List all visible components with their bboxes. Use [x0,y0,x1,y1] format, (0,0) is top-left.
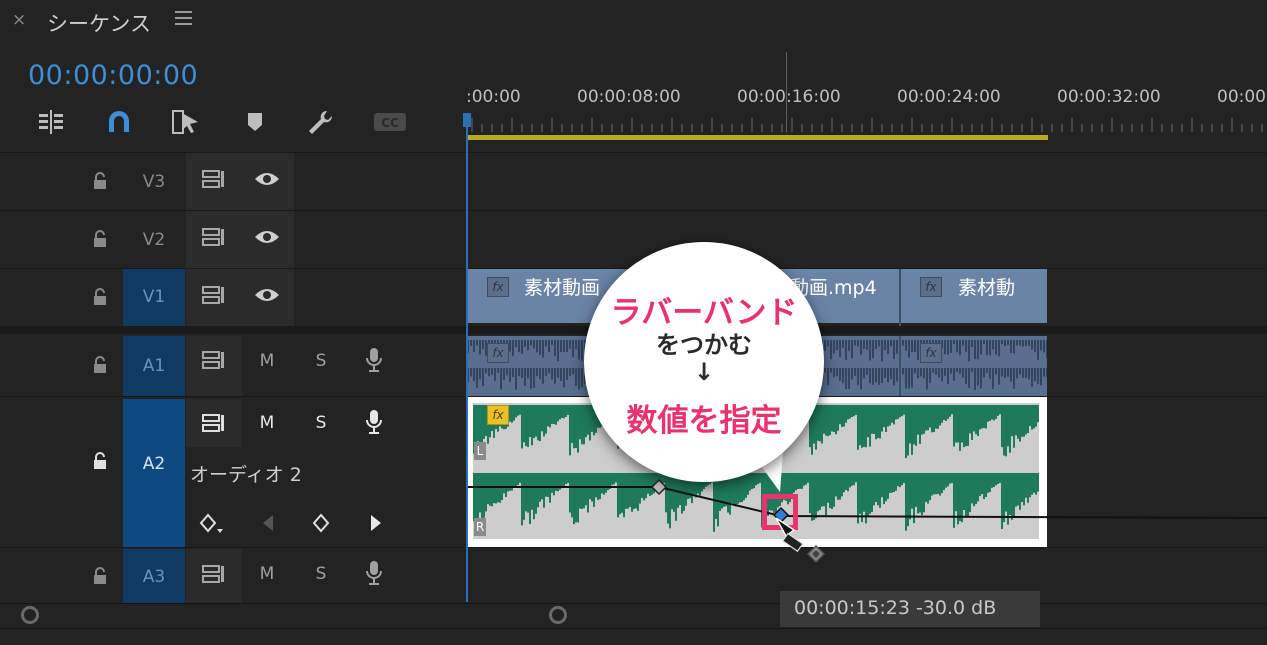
channel-left-label: L [474,442,486,460]
track-name-v2[interactable]: V2 [123,230,185,250]
hamburger-icon[interactable] [175,11,192,29]
zoom-scroll-handle-left[interactable] [21,606,39,624]
next-keyframe-icon[interactable] [367,513,385,537]
microphone-icon[interactable] [364,560,384,590]
captions-label: CC [381,116,399,130]
track-name-a1[interactable]: A1 [123,336,185,396]
lock-icon[interactable] [92,452,108,470]
sync-lock-icon[interactable] [201,227,227,251]
fx-badge: fx [920,277,942,297]
microphone-icon[interactable] [364,347,384,377]
insert-edit-icon[interactable] [36,108,66,136]
keyframe-tooltip-text: 00:00:15:23 -30.0 dB [794,597,997,619]
fx-badge: fx [487,343,509,363]
eye-icon[interactable] [253,286,281,308]
zoom-scroll-handle-right[interactable] [549,606,567,624]
video-clip-name: 素材動 [958,277,1016,299]
wrench-icon[interactable] [306,108,336,136]
callout-line3: 数値を指定 [626,403,782,439]
eye-icon[interactable] [253,228,281,250]
track-name-a2[interactable]: A2 [123,399,185,547]
fx-badge: fx [487,405,509,425]
playhead-handle[interactable] [463,113,471,127]
sync-lock-icon[interactable] [201,169,227,193]
volume-rubber-band[interactable] [467,470,1267,540]
ruler-label: 00:00 [1217,87,1266,107]
lock-icon[interactable] [92,567,108,585]
eye-icon[interactable] [253,170,281,192]
hover-time-line [786,52,787,132]
previous-keyframe-icon[interactable] [259,513,277,537]
sync-lock-icon[interactable] [201,285,227,309]
ruler-label: 00:00:08:00 [577,87,681,107]
work-area-bar[interactable] [468,135,1048,140]
panel-title: シーケンス [47,12,151,36]
microphone-icon[interactable] [364,409,384,439]
playhead-line[interactable] [466,120,468,602]
solo-button-a2[interactable]: S [309,413,333,433]
clip-edit-point[interactable] [899,336,901,396]
sync-lock-icon[interactable] [201,564,227,588]
lock-icon[interactable] [92,172,108,190]
timeline-ruler[interactable] [468,112,1267,136]
sync-lock-icon[interactable] [201,413,227,437]
mute-button-a3[interactable]: M [255,564,279,584]
scroll-track-top [0,603,1267,604]
linked-selection-icon[interactable] [170,108,200,136]
lock-icon[interactable] [92,356,108,374]
clip-edit-point[interactable] [899,269,901,326]
lock-icon[interactable] [92,230,108,248]
scroll-track-bottom [0,628,1267,629]
ruler-label: :00:00 [466,87,521,107]
sync-lock-icon[interactable] [201,350,227,374]
mute-button-a2[interactable]: M [255,413,279,433]
playhead-timecode[interactable]: 00:00:00:00 [28,60,198,91]
track-name-v3[interactable]: V3 [123,172,185,192]
lock-icon[interactable] [92,288,108,306]
callout-line2: をつかむ [656,331,752,359]
solo-button-a1[interactable]: S [309,351,333,371]
track-label-a2[interactable]: オーディオ 2 [190,460,302,487]
track-name-v1[interactable]: V1 [123,269,185,326]
ruler-label: 00:00:24:00 [897,87,1001,107]
pen-cursor-icon [775,517,826,564]
fx-badge: fx [487,277,509,297]
show-keyframes-icon[interactable] [199,512,225,540]
mute-button-a1[interactable]: M [255,351,279,371]
magnet-icon[interactable] [104,108,134,136]
callout-arrow: ↓ [693,358,715,386]
track-name-a3[interactable]: A3 [123,549,185,603]
captions-icon[interactable]: CC [372,108,406,136]
close-panel-button[interactable]: × [12,10,26,30]
track-separator [0,547,1267,548]
marker-icon[interactable] [240,108,270,136]
ruler-label: 00:00:16:00 [737,87,841,107]
ruler-label: 00:00:32:00 [1057,87,1161,107]
solo-button-a3[interactable]: S [309,564,333,584]
fx-badge: fx [920,343,942,363]
add-keyframe-icon[interactable] [311,513,331,537]
